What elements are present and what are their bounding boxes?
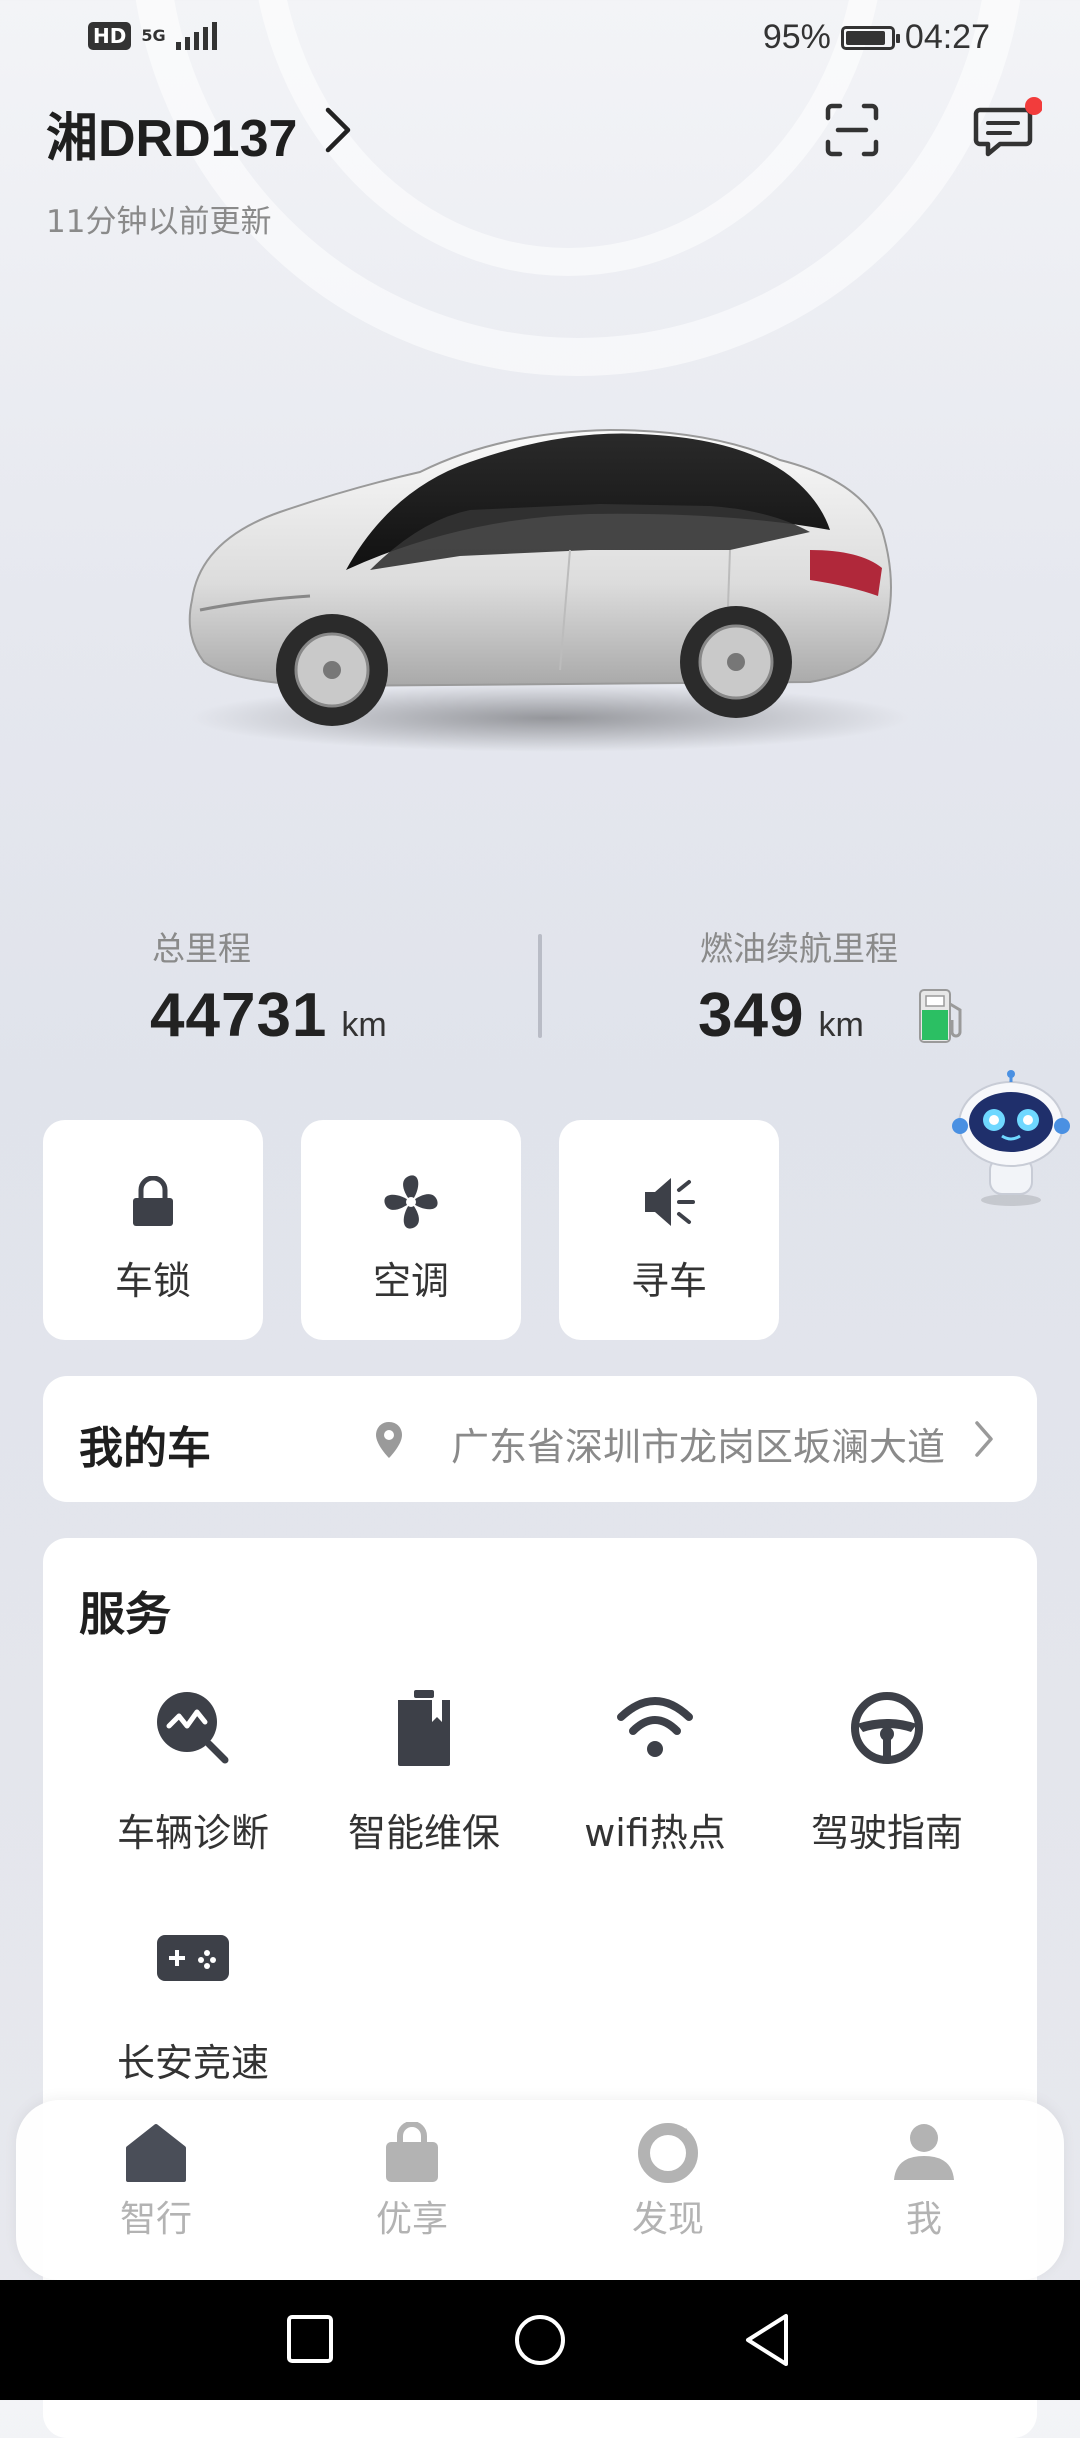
tab-label: 智行 [119, 2199, 192, 2240]
quick-action-label: 空调 [372, 1259, 449, 1303]
tab-youxiang[interactable]: 优享 [332, 2121, 492, 2242]
service-label: wifi热点 [584, 1811, 726, 1855]
stats-divider [538, 934, 542, 1038]
clock: 04:27 [904, 18, 990, 56]
tab-zhixing[interactable]: 智行 [76, 2122, 236, 2242]
service-wifi[interactable]: wifi热点 [540, 1688, 770, 1857]
tab-me[interactable]: 我 [844, 2122, 1004, 2242]
service-label: 智能维保 [347, 1811, 500, 1855]
fuel-pump-icon [916, 986, 968, 1050]
wifi-icon [615, 1688, 695, 1768]
fan-icon [381, 1172, 441, 1232]
user-icon [892, 2122, 956, 2188]
network-type: 5G [141, 26, 166, 45]
service-racing[interactable]: 长安竞速 [78, 1918, 308, 2087]
chevron-right-icon[interactable] [318, 104, 358, 160]
home-icon [124, 2122, 188, 2188]
back-button[interactable] [742, 2312, 792, 2372]
maintenance-icon [394, 1688, 454, 1768]
total-mileage-unit: km [341, 1006, 387, 1044]
fuel-range-unit: km [818, 1006, 864, 1044]
signal-icon [175, 22, 217, 50]
network-indicator: HD 5G [88, 22, 217, 50]
gamepad-icon [155, 1918, 231, 1998]
bottom-tab-bar: 智行 优享 发现 我 [16, 2100, 1064, 2280]
assistant-robot-icon[interactable] [952, 1070, 1070, 1210]
license-plate[interactable]: 湘DRD137 [46, 96, 297, 171]
fuel-range: 349 km [698, 980, 864, 1051]
car-image [170, 400, 930, 760]
tab-faxian[interactable]: 发现 [588, 2122, 748, 2242]
diagnosis-icon [155, 1688, 231, 1768]
home-button[interactable] [514, 2314, 566, 2370]
my-car-card[interactable]: 我的车 广东省深圳市龙岗区坂澜大道 [43, 1376, 1037, 1502]
quick-action-lock[interactable]: 车锁 [43, 1120, 263, 1340]
total-mileage-value: 44731 [150, 981, 328, 1050]
service-maintenance[interactable]: 智能维保 [309, 1688, 539, 1857]
service-label: 车辆诊断 [116, 1811, 269, 1855]
service-label: 驾驶指南 [810, 1811, 963, 1855]
status-bar: HD 5G 95% 04:27 [0, 0, 1080, 78]
quick-action-label: 车锁 [114, 1259, 191, 1303]
service-diagnosis[interactable]: 车辆诊断 [78, 1688, 308, 1857]
my-car-title: 我的车 [79, 1423, 211, 1474]
scan-icon[interactable] [822, 100, 882, 160]
steering-wheel-icon [849, 1688, 925, 1768]
lock-icon [131, 1172, 175, 1232]
shopping-bag-icon [383, 2121, 441, 2188]
update-time: 11分钟以前更新 [46, 204, 272, 240]
fuel-range-label: 燃油续航里程 [700, 929, 898, 968]
fuel-range-value: 349 [698, 981, 805, 1050]
status-right: 95% 04:27 [763, 18, 990, 57]
message-icon[interactable] [970, 96, 1043, 164]
tab-label: 发现 [631, 2199, 704, 2240]
battery-percent: 95% [762, 18, 831, 56]
services-title: 服务 [79, 1587, 171, 1641]
hd-badge: HD [88, 22, 132, 50]
tab-label: 我 [905, 2199, 942, 2240]
quick-action-ac[interactable]: 空调 [301, 1120, 521, 1340]
system-nav-bar [0, 2280, 1080, 2400]
quick-action-label: 寻车 [630, 1259, 707, 1303]
battery-icon [840, 25, 900, 50]
total-mileage: 44731 km [150, 980, 387, 1051]
service-driving-guide[interactable]: 驾驶指南 [772, 1688, 1002, 1857]
discover-icon [636, 2122, 700, 2188]
quick-action-find-car[interactable]: 寻车 [559, 1120, 779, 1340]
recents-button[interactable] [286, 2314, 334, 2368]
total-mileage-label: 总里程 [152, 929, 251, 968]
service-label: 长安竞速 [116, 2041, 269, 2085]
car-address: 广东省深圳市龙岗区坂澜大道 [450, 1425, 945, 1469]
location-pin-icon [373, 1420, 405, 1464]
speaker-icon [641, 1172, 697, 1232]
chevron-right-icon [971, 1418, 997, 1464]
tab-label: 优享 [375, 2199, 448, 2240]
